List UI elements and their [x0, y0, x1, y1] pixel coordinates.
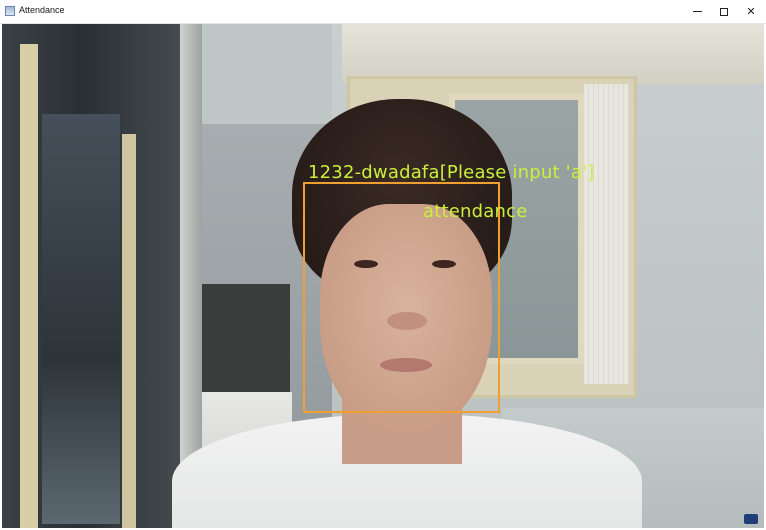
maximize-button[interactable]: [710, 0, 738, 23]
app-icon: [5, 6, 15, 16]
ceiling: [342, 24, 764, 84]
maximize-icon: [720, 7, 728, 16]
camera-feed: 1232-dwadafa[Please input 'a'] attendanc…: [2, 24, 764, 528]
cabinet-glass: [42, 114, 120, 524]
window-title: Attendance: [19, 5, 65, 15]
attendance-status-label: attendance: [423, 201, 528, 222]
title-bar: Attendance ✕: [0, 0, 766, 24]
cabinet-frame: [20, 44, 38, 528]
corner-marker: [744, 514, 758, 524]
minimize-button[interactable]: [683, 0, 711, 23]
close-button[interactable]: ✕: [737, 0, 765, 23]
microwave-shelf: [190, 284, 290, 394]
window-blind: [584, 84, 629, 384]
minimize-icon: [692, 11, 702, 12]
face-id-label: 1232-dwadafa[Please input 'a']: [308, 162, 595, 183]
close-icon: ✕: [746, 5, 756, 18]
cabinet-frame-inner: [122, 134, 136, 528]
